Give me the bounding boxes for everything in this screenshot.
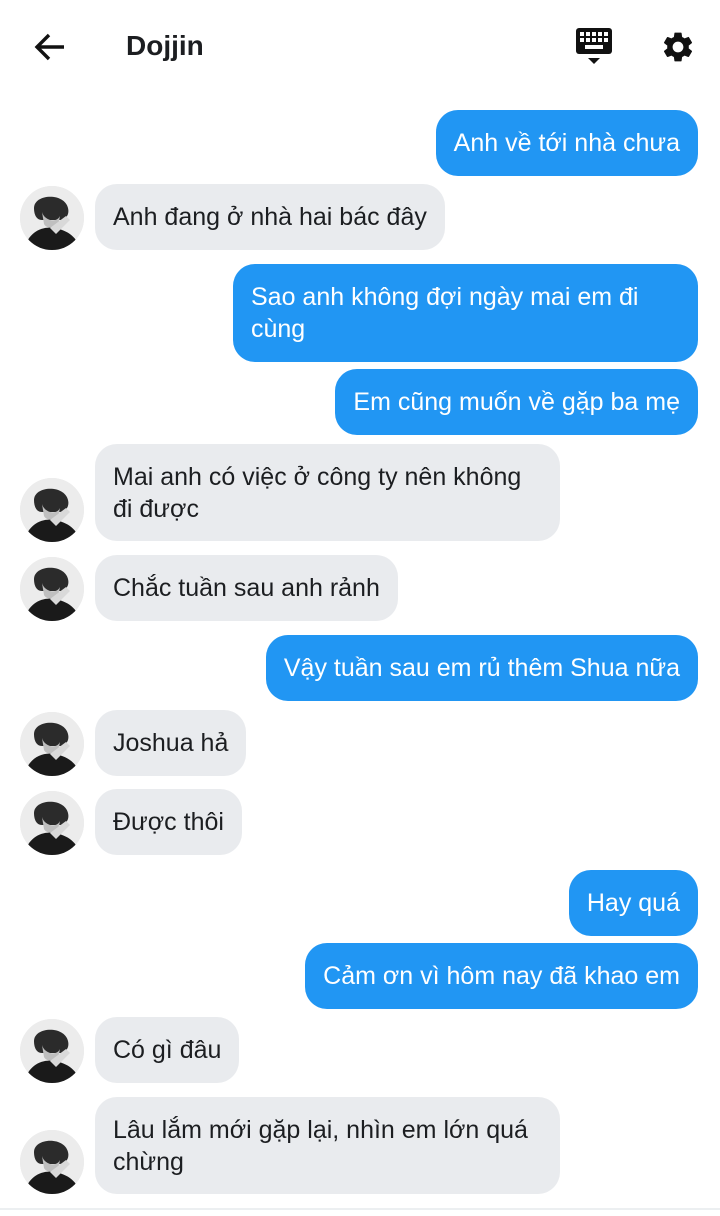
message-incoming[interactable]: Anh đang ở nhà hai bác đây	[95, 184, 445, 250]
avatar[interactable]	[20, 1130, 84, 1194]
message-incoming[interactable]: Lâu lắm mới gặp lại, nhìn em lớn quá chừ…	[95, 1097, 560, 1194]
message-thread[interactable]: Anh về tới nhà chưa Anh đang ở nhà hai b…	[0, 0, 720, 1216]
message-outgoing[interactable]: Cảm ơn vì hôm nay đã khao em	[305, 943, 698, 1009]
avatar[interactable]	[20, 791, 84, 855]
divider	[0, 1208, 720, 1210]
message-outgoing[interactable]: Em cũng muốn về gặp ba mẹ	[335, 369, 698, 435]
avatar[interactable]	[20, 186, 84, 250]
message-outgoing[interactable]: Hay quá	[568, 870, 698, 936]
message-incoming[interactable]: Chắc tuần sau anh rảnh	[95, 555, 398, 621]
message-incoming[interactable]: Được thôi	[95, 789, 242, 855]
message-incoming[interactable]: Mai anh có việc ở công ty nên không đi đ…	[95, 444, 560, 541]
message-outgoing[interactable]: Anh về tới nhà chưa	[435, 110, 698, 176]
message-outgoing[interactable]: Sao anh không đợi ngày mai em đi cùng	[233, 264, 698, 362]
message-outgoing[interactable]: Vậy tuần sau em rủ thêm Shua nữa	[265, 635, 698, 701]
avatar[interactable]	[20, 1019, 84, 1083]
message-incoming[interactable]: Joshua hả	[95, 710, 247, 776]
message-incoming[interactable]: Có gì đâu	[95, 1017, 240, 1083]
avatar[interactable]	[20, 478, 84, 542]
avatar[interactable]	[20, 712, 84, 776]
avatar[interactable]	[20, 557, 84, 621]
